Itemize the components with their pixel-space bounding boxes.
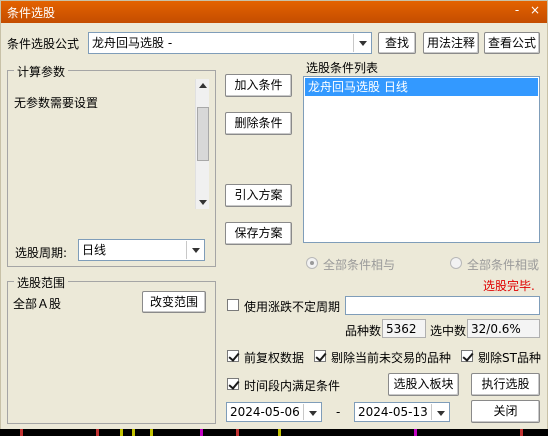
delete-condition-button[interactable]: 删除条件: [225, 112, 292, 135]
scope-group: 选股范围 全部Ａ股 改变范围: [7, 274, 216, 424]
chart-mark: [150, 429, 153, 436]
exclude-untraded-label: 剔除当前未交易的品种: [331, 351, 452, 365]
formula-select[interactable]: 龙舟回马选股 -: [88, 32, 372, 54]
to-block-button[interactable]: 选股入板块: [388, 373, 459, 396]
volatile-period-label: 使用涨跌不定周期: [244, 300, 341, 314]
condition-list-title: 选股条件列表: [306, 61, 379, 75]
chart-mark: [414, 429, 417, 436]
chevron-down-icon[interactable]: [431, 404, 448, 420]
status-text: 选股完毕.: [483, 279, 535, 293]
or-radio-label: 全部条件相或: [467, 258, 540, 272]
formula-label: 条件选股公式: [7, 37, 80, 51]
time-range-checkbox[interactable]: [227, 378, 239, 390]
period-label: 选股周期:: [15, 246, 68, 260]
chart-mark: [20, 429, 23, 436]
save-plan-button[interactable]: 保存方案: [225, 222, 292, 245]
add-condition-button[interactable]: 加入条件: [225, 74, 292, 97]
time-range-label: 时间段内满足条件: [244, 379, 341, 393]
chart-mark: [132, 429, 135, 436]
condition-list[interactable]: 龙舟回马选股 日线: [303, 76, 540, 243]
date-separator: -: [336, 405, 341, 419]
chart-mark: [120, 429, 123, 436]
params-text: 无参数需要设置: [14, 96, 99, 110]
exclude-untraded-checkbox[interactable]: [314, 350, 326, 362]
chart-mark: [278, 429, 281, 436]
or-radio[interactable]: [450, 257, 462, 269]
total-count-label: 品种数: [345, 324, 382, 338]
adjust-checkbox[interactable]: [227, 350, 239, 362]
volatile-period-checkbox[interactable]: [227, 299, 239, 311]
view-formula-button[interactable]: 查看公式: [484, 32, 540, 54]
condition-stock-screener-dialog: 条件选股 - × 条件选股公式 龙舟回马选股 - 查找 用法注释 查看公式 计算…: [0, 0, 548, 436]
background-chart-strip: [0, 429, 548, 436]
volatile-period-input[interactable]: [345, 296, 540, 315]
date-from-value: 2024-05-06: [230, 405, 300, 419]
chart-mark: [200, 429, 203, 436]
period-select[interactable]: 日线: [78, 239, 205, 261]
close-icon[interactable]: ×: [527, 2, 543, 18]
and-radio[interactable]: [306, 257, 318, 269]
hit-count-value: 32/0.6%: [467, 319, 540, 338]
chevron-down-icon[interactable]: [186, 241, 203, 259]
chart-mark: [236, 429, 239, 436]
chevron-down-icon[interactable]: [353, 34, 370, 52]
chart-mark: [520, 429, 523, 436]
params-title: 计算参数: [14, 63, 69, 80]
adjust-label: 前复权数据: [244, 351, 305, 365]
scroll-thumb[interactable]: [197, 107, 209, 161]
exclude-st-checkbox[interactable]: [461, 350, 473, 362]
chevron-down-icon[interactable]: [303, 404, 320, 420]
hit-count-label: 选中数: [430, 324, 467, 338]
date-from-picker[interactable]: 2024-05-06: [226, 402, 322, 422]
params-scrollbar[interactable]: [195, 79, 209, 209]
exclude-st-label: 剔除ST品种: [478, 351, 541, 365]
scroll-up-icon[interactable]: [199, 83, 207, 88]
minimize-icon[interactable]: -: [509, 2, 525, 18]
title-bar[interactable]: 条件选股 - ×: [1, 1, 547, 23]
close-button[interactable]: 关闭: [471, 400, 540, 423]
usage-notes-button[interactable]: 用法注释: [423, 32, 479, 54]
total-count-value: 5362: [382, 319, 426, 338]
scope-value: 全部Ａ股: [13, 297, 62, 311]
change-scope-button[interactable]: 改变范围: [142, 291, 206, 313]
window-title: 条件选股: [7, 6, 56, 20]
run-screen-button[interactable]: 执行选股: [471, 373, 540, 396]
date-to-picker[interactable]: 2024-05-13: [354, 402, 450, 422]
find-button[interactable]: 查找: [378, 32, 416, 54]
formula-select-value: 龙舟回马选股 -: [92, 36, 173, 50]
chart-mark: [96, 429, 99, 436]
period-select-value: 日线: [82, 243, 107, 257]
list-item[interactable]: 龙舟回马选股 日线: [305, 78, 538, 96]
scroll-down-icon[interactable]: [199, 200, 207, 205]
params-group: 计算参数 无参数需要设置 选股周期: 日线: [7, 63, 216, 267]
import-plan-button[interactable]: 引入方案: [225, 184, 292, 207]
and-radio-label: 全部条件相与: [323, 258, 396, 272]
scope-title: 选股范围: [14, 274, 69, 291]
date-to-value: 2024-05-13: [358, 405, 428, 419]
